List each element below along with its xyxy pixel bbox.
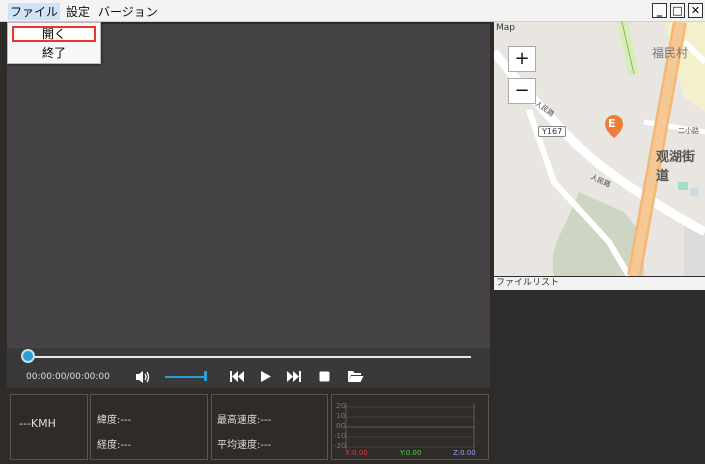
file-dropdown-menu: 開く 終了 [7,22,101,64]
zoom-in-button[interactable]: + [508,46,536,72]
menu-version[interactable]: バージョン [96,3,160,20]
map-label-street: 观湖街道 [656,150,696,184]
zoom-out-button[interactable]: − [508,78,536,104]
g-tick-0: 0G [336,422,346,430]
gsensor-panel: 2G 1G 0G -1G -2G X:0.00 Y:0.00 Z:0.00 [331,394,489,460]
speed-stats-panel: 最高速度:--- 平均速度:--- [211,394,328,460]
volume-slider[interactable] [165,376,205,378]
previous-icon[interactable] [229,370,245,383]
filelist-title: ファイルリスト [494,277,705,290]
close-button[interactable]: ✕ [688,3,703,18]
volume-icon[interactable] [135,370,151,384]
map-label-road-code: Y167 [538,126,567,137]
menu-file[interactable]: ファイル [8,3,61,20]
minimize-button[interactable]: _ [652,3,667,18]
latitude-value: 緯度:--- [97,415,132,426]
map-label-village: 福民村 [652,46,689,60]
time-display: 00:00:00/00:00:00 [26,372,110,382]
player-controls: 00:00:00/00:00:00 [7,348,490,388]
avg-speed-value: 平均速度:--- [217,440,272,451]
y-axis-value: Y:0.00 [400,449,422,457]
max-speed-value: 最高速度:--- [217,415,272,426]
play-icon[interactable] [259,370,272,383]
g-tick-1: 1G [336,412,346,420]
menu-settings[interactable]: 設定 [64,3,92,20]
z-axis-value: Z:0.00 [453,449,476,457]
seek-bar[interactable] [28,356,471,358]
maximize-button[interactable]: □ [670,3,685,18]
g-tick-neg1: -1G [334,432,347,440]
open-folder-icon[interactable] [347,369,364,383]
gps-panel: 緯度:--- 経度:--- [90,394,208,460]
map-title: Map [496,23,515,33]
map-label-minor: 二小路 [678,127,699,135]
seek-handle[interactable] [21,349,35,363]
menu-bar: ファイル 設定 バージョン _ □ ✕ [0,0,705,22]
speed-panel: ---KMH [10,394,88,460]
map-marker-label[interactable]: E [608,117,616,130]
longitude-value: 経度:--- [97,440,132,451]
x-axis-value: X:0.00 [345,449,368,457]
stop-icon[interactable] [319,371,330,382]
menu-item-exit[interactable]: 終了 [12,45,96,61]
video-display [7,24,490,348]
volume-handle[interactable] [204,371,207,381]
file-list[interactable] [494,290,705,464]
speed-value: ---KMH [19,417,56,430]
next-icon[interactable] [286,370,302,383]
g-tick-2: 2G [336,402,346,410]
menu-item-open[interactable]: 開く [12,26,96,42]
